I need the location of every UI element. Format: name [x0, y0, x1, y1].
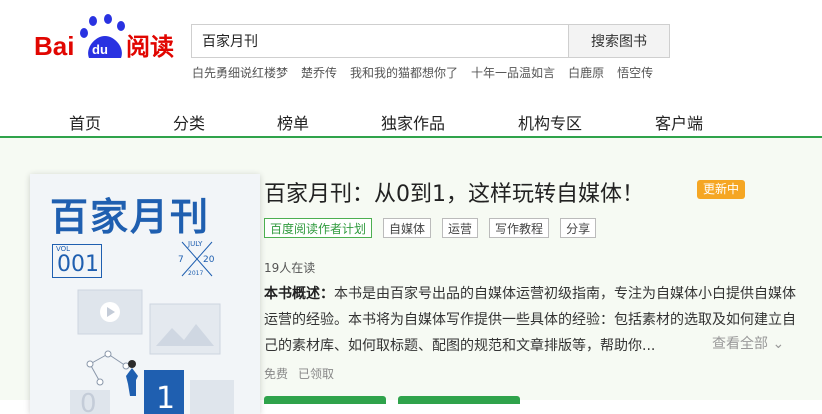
cover-month: JULY [188, 240, 203, 248]
reader-count: 19人在读 [264, 261, 316, 275]
read-button[interactable] [264, 396, 386, 404]
hot-link[interactable]: 十年一品温如言 [471, 64, 555, 81]
hot-search-links: 白先勇细说红楼梦 楚乔传 我和我的猫都想你了 十年一品温如言 白鹿原 悟空传 [192, 64, 653, 81]
main-nav: 首页 分类 榜单 独家作品 机构专区 客户端 [0, 100, 822, 138]
baidu-reading-logo[interactable]: Bai du 阅读 [33, 14, 178, 62]
nav-ranking[interactable]: 榜单 [277, 110, 309, 134]
cover-title: 百家月刊 [50, 195, 211, 239]
hot-link[interactable]: 楚乔传 [301, 64, 337, 81]
nav-home[interactable]: 首页 [69, 110, 101, 134]
tag[interactable]: 写作教程 [489, 218, 550, 238]
price-line: 免费 已领取 [264, 365, 334, 382]
hot-link[interactable]: 我和我的猫都想你了 [350, 64, 458, 81]
cover-day: 7 [178, 255, 184, 265]
cover-day: 20 [203, 255, 215, 265]
search-input[interactable] [192, 25, 570, 57]
tag[interactable]: 自媒体 [383, 218, 432, 238]
price-free: 免费 [264, 367, 289, 381]
status-badge: 更新中 [697, 180, 746, 199]
search-box: 搜索图书 [191, 24, 670, 58]
cover-illustration: 0 1 [70, 289, 234, 414]
nav-client[interactable]: 客户端 [655, 110, 703, 134]
book-cover[interactable]: 百家月刊 VOL 001 JULY 7 20 2017 0 1 [30, 174, 260, 414]
claimed-status: 已领取 [298, 367, 335, 381]
tag[interactable]: 运营 [442, 218, 479, 238]
cover-year: 2017 [188, 270, 204, 277]
tile-one: 1 [156, 381, 175, 414]
hot-link[interactable]: 悟空传 [617, 64, 653, 81]
search-button[interactable]: 搜索图书 [568, 25, 669, 57]
chevron-down-icon: ⌄ [768, 336, 785, 352]
summary-label: 本书概述： [264, 286, 334, 302]
book-tags: 百度阅读作者计划 自媒体 运营 写作教程 分享 [264, 218, 597, 238]
volume-box: VOL 001 [52, 244, 102, 278]
tag-author-plan[interactable]: 百度阅读作者计划 [264, 218, 373, 238]
nav-category[interactable]: 分类 [173, 110, 205, 134]
nav-institution[interactable]: 机构专区 [518, 110, 582, 134]
hot-link[interactable]: 白鹿原 [568, 64, 604, 81]
nav-exclusive[interactable]: 独家作品 [381, 110, 445, 134]
view-all-label: 查看全部 [712, 336, 768, 352]
logo-text-read: 阅读 [126, 33, 174, 61]
view-all-link[interactable]: 查看全部 ⌄ [712, 333, 784, 353]
tag[interactable]: 分享 [560, 218, 597, 238]
vol-number: 001 [57, 252, 99, 277]
add-shelf-button[interactable] [398, 396, 520, 404]
logo-text-du: du [92, 42, 108, 57]
network-icon [86, 350, 130, 386]
logo-text-bai: Bai [34, 31, 74, 61]
book-title: 百家月刊：从0到1，这样玩转自媒体！ [264, 182, 644, 207]
hot-link[interactable]: 白先勇细说红楼梦 [192, 64, 288, 81]
tile-zero: 0 [80, 389, 97, 414]
